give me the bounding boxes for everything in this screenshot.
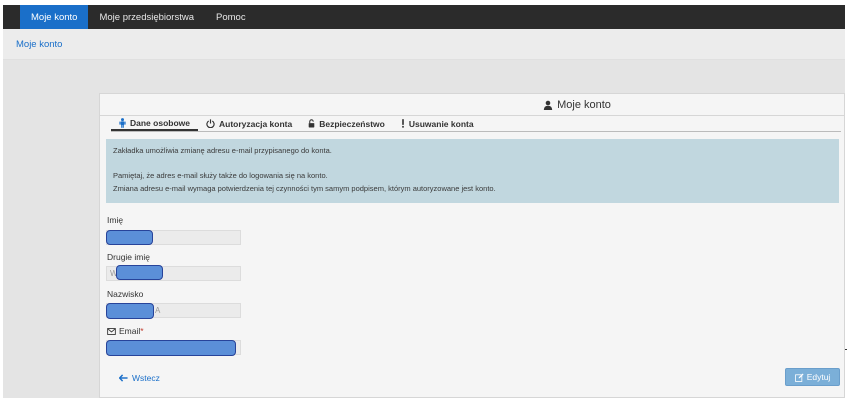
envelope-icon [107,327,116,335]
panel-title: Moje konto [557,98,611,111]
redaction-mark [106,230,153,245]
redaction-mark [106,303,154,319]
back-label: Wstecz [132,373,160,383]
exclamation-icon [401,119,405,128]
middle-name-label: Drugie imię [107,252,150,262]
account-tabs: Dane osobowe Autoryzacja konta Bezpiecze… [111,116,841,132]
nav-item-moje-konto[interactable]: Moje konto [20,5,89,29]
nav-item-moje-przedsiebiorstwa[interactable]: Moje przedsiębiorstwa [88,5,205,29]
email-label-text: Email [119,326,141,336]
edit-button[interactable]: Edytuj [785,368,840,386]
first-name-label: Imię [107,215,124,225]
account-panel: Moje konto Dane osobowe Autoryzacja kont… [99,93,845,398]
last-name-label: Nazwisko [107,289,144,299]
lock-icon [308,119,315,128]
tab-dane-osobowe[interactable]: Dane osobowe [111,116,198,131]
person-icon [119,117,126,128]
tab-bezpieczenstwo[interactable]: Bezpieczeństwo [300,116,393,131]
tab-label: Dane osobowe [130,117,190,128]
info-text-line: Zakładka umożliwia zmianę adresu e-mail … [113,146,332,155]
info-text-line: Zmiana adresu e-mail wymaga potwierdzeni… [113,183,496,193]
nav-item-pomoc[interactable]: Pomoc [205,5,257,29]
edit-label: Edytuj [806,372,831,382]
info-alert: Zakładka umożliwia zmianę adresu e-mail … [106,139,839,203]
info-text-line: Pamiętaj, że adres e-mail służy także do… [113,171,328,180]
breadcrumb-moje-konto[interactable]: Moje konto [16,39,62,50]
redaction-mark [106,340,236,356]
back-link[interactable]: Wstecz [119,373,160,383]
tab-autoryzacja-konta[interactable]: Autoryzacja konta [198,116,300,131]
tab-label: Autoryzacja konta [218,118,293,129]
panel-header: Moje konto [100,94,844,116]
tab-label: Usuwanie konta [408,118,474,129]
user-icon [543,100,553,110]
breadcrumb-bar: Moje konto [3,29,845,60]
redaction-mark [116,265,163,280]
edit-icon [794,373,804,382]
required-mark: * [140,326,144,336]
arrow-left-icon [119,374,128,382]
tab-label: Bezpieczeństwo [319,118,385,129]
power-icon [206,119,215,128]
tab-usuwanie-konta[interactable]: Usuwanie konta [393,116,482,131]
top-navbar: Moje konto Moje przedsiębiorstwa Pomoc [3,5,845,29]
email-label: Email * [107,326,144,336]
